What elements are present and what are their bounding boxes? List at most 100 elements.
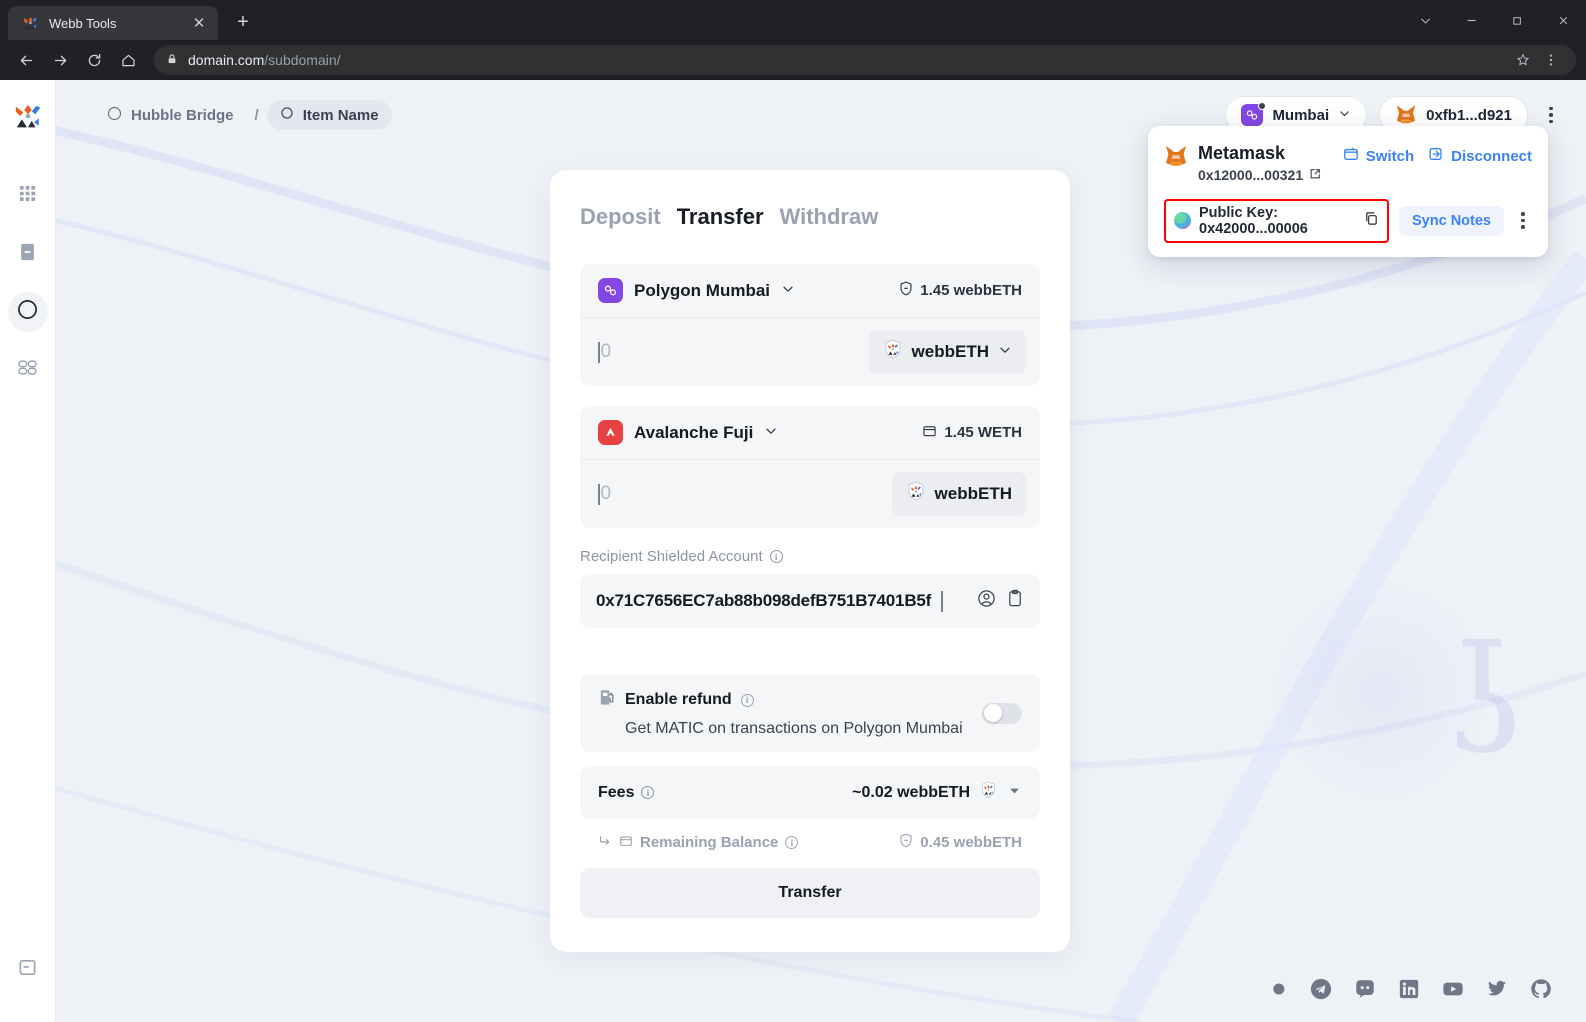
source-amount-input[interactable]: 0	[598, 341, 869, 363]
destination-amount-input[interactable]: 0	[598, 483, 892, 505]
external-link-icon[interactable]	[1309, 167, 1321, 183]
discord-icon[interactable]	[1354, 978, 1376, 1000]
bridge-tabs: Deposit Transfer Withdraw	[580, 204, 1040, 230]
text-caret	[941, 590, 943, 612]
page-content: Hubble Bridge / Item Name Mumbai 0xfb1..…	[56, 80, 1586, 1022]
tab-transfer[interactable]: Transfer	[677, 204, 764, 230]
circle-icon	[280, 106, 294, 124]
linkedin-icon[interactable]	[1398, 978, 1420, 1000]
disconnect-button[interactable]: Disconnect	[1428, 146, 1532, 166]
footer-socials	[1266, 978, 1552, 1000]
public-key-highlight[interactable]: Public Key: 0x42000...00006	[1164, 198, 1390, 243]
account-circle-icon[interactable]	[977, 589, 996, 613]
transfer-button[interactable]: Transfer	[580, 868, 1040, 918]
sidebar-item-bridge[interactable]	[7, 292, 48, 332]
document-icon	[18, 242, 37, 267]
switch-wallet-icon	[1343, 146, 1359, 166]
source-chain-row: Polygon Mumbai 1.45 webbETH	[580, 264, 1040, 318]
recipient-label-row: Recipient Shielded Account i	[580, 548, 1040, 565]
tab-deposit[interactable]: Deposit	[580, 204, 661, 230]
browser-menu-icon[interactable]	[1538, 47, 1564, 73]
fees-label: Fees	[598, 783, 635, 801]
wallet-address-row[interactable]: 0x12000...00321	[1198, 167, 1321, 183]
text-caret	[598, 341, 600, 363]
breadcrumb-item-hubble-bridge[interactable]: Hubble Bridge	[94, 100, 247, 131]
fees-row[interactable]: Fees i ~0.02 webbETH	[580, 766, 1040, 819]
sync-notes-button[interactable]: Sync Notes	[1399, 205, 1504, 236]
disconnect-label: Disconnect	[1451, 147, 1532, 165]
chevron-down-icon[interactable]	[1402, 0, 1448, 40]
info-icon[interactable]: i	[785, 836, 799, 849]
chevron-down-icon	[781, 281, 795, 301]
close-tab-icon[interactable]: ✕	[190, 14, 208, 32]
destination-chain-label: Avalanche Fuji	[634, 422, 754, 442]
telegram-icon[interactable]	[1310, 978, 1332, 1000]
close-window-icon[interactable]	[1540, 0, 1586, 40]
commit-icon[interactable]	[1266, 978, 1288, 1000]
account-more-menu-icon[interactable]	[1514, 212, 1532, 229]
youtube-icon[interactable]	[1442, 978, 1464, 1000]
source-chain-selector[interactable]: Polygon Mumbai	[598, 278, 795, 303]
switch-label: Switch	[1365, 147, 1415, 165]
sidebar-item-document[interactable]	[8, 234, 48, 274]
clipboard-icon[interactable]	[1006, 589, 1024, 613]
webb-logo[interactable]	[13, 102, 43, 132]
browser-toolbar: domain.com/subdomain/	[0, 40, 1586, 80]
copy-icon[interactable]	[1364, 211, 1379, 230]
globe-icon	[1174, 212, 1191, 229]
app-sidebar	[0, 80, 56, 1022]
network-status-dot	[1258, 102, 1267, 110]
destination-token-display: webbETH	[891, 472, 1026, 516]
account-panel-header: Metamask 0x12000...00321 Switch Disconne…	[1164, 142, 1532, 183]
fees-label-group: Fees i	[598, 783, 655, 802]
refund-title-row: Enable refund i	[598, 688, 963, 712]
url-text: domain.com/subdomain/	[188, 52, 341, 68]
info-icon[interactable]: i	[641, 786, 655, 799]
github-icon[interactable]	[1530, 978, 1552, 1000]
maximize-icon[interactable]	[1494, 0, 1540, 40]
network-label: Mumbai	[1272, 106, 1330, 124]
info-icon[interactable]: i	[740, 693, 754, 707]
twitter-icon[interactable]	[1486, 978, 1508, 1000]
reload-icon[interactable]	[78, 44, 110, 76]
refund-toggle[interactable]	[982, 702, 1022, 724]
destination-amount-row: 0 webbETH	[580, 460, 1040, 528]
bookmark-star-icon[interactable]	[1510, 47, 1536, 73]
source-balance: 1.45 webbETH	[899, 281, 1022, 300]
sidebar-item-grid[interactable]	[8, 176, 48, 216]
chevron-down-icon[interactable]	[1007, 783, 1022, 803]
source-token-selector[interactable]: webbETH	[868, 330, 1026, 374]
avalanche-icon	[598, 420, 623, 445]
breadcrumb-label: Item Name	[302, 106, 379, 124]
info-icon[interactable]: i	[769, 550, 783, 563]
sidebar-item-pool[interactable]	[8, 350, 48, 390]
chevron-down-icon	[998, 342, 1012, 362]
wallet-info: Metamask 0x12000...00321	[1198, 142, 1321, 183]
public-key-label: Public Key: 0x42000...00006	[1199, 204, 1308, 237]
address-bar[interactable]: domain.com/subdomain/	[154, 45, 1576, 75]
pool-icon	[17, 359, 38, 381]
webb-logo-icon	[22, 15, 39, 32]
public-key-row: Public Key: 0x42000...00006 Sync Notes	[1164, 198, 1532, 243]
polygon-icon	[1241, 102, 1267, 126]
lock-icon	[166, 52, 178, 68]
chevron-down-icon	[764, 423, 778, 443]
switch-button[interactable]: Switch	[1343, 146, 1414, 166]
tab-withdraw[interactable]: Withdraw	[780, 204, 879, 230]
breadcrumb-separator: /	[254, 106, 259, 124]
url-path: /subdomain/	[264, 52, 341, 68]
grid-icon	[18, 184, 37, 208]
chevron-down-icon	[1338, 107, 1351, 124]
breadcrumb-item-item-name[interactable]: Item Name	[266, 100, 392, 130]
new-tab-button[interactable]: +	[228, 7, 258, 37]
recipient-input-field[interactable]: 0x71C7656EC7ab88b098defB751B7401B5f	[580, 574, 1040, 628]
sidebar-item-collapse[interactable]	[8, 950, 48, 990]
minimize-icon[interactable]	[1448, 0, 1494, 40]
back-icon[interactable]	[10, 44, 42, 76]
destination-balance-value: 1.45 WETH	[944, 424, 1022, 441]
browser-tab[interactable]: Webb Tools ✕	[8, 6, 218, 40]
forward-icon[interactable]	[44, 44, 76, 76]
destination-chain-selector[interactable]: Avalanche Fuji	[598, 420, 778, 445]
remaining-value: 0.45 webbETH	[920, 834, 1022, 851]
home-icon[interactable]	[112, 44, 144, 76]
